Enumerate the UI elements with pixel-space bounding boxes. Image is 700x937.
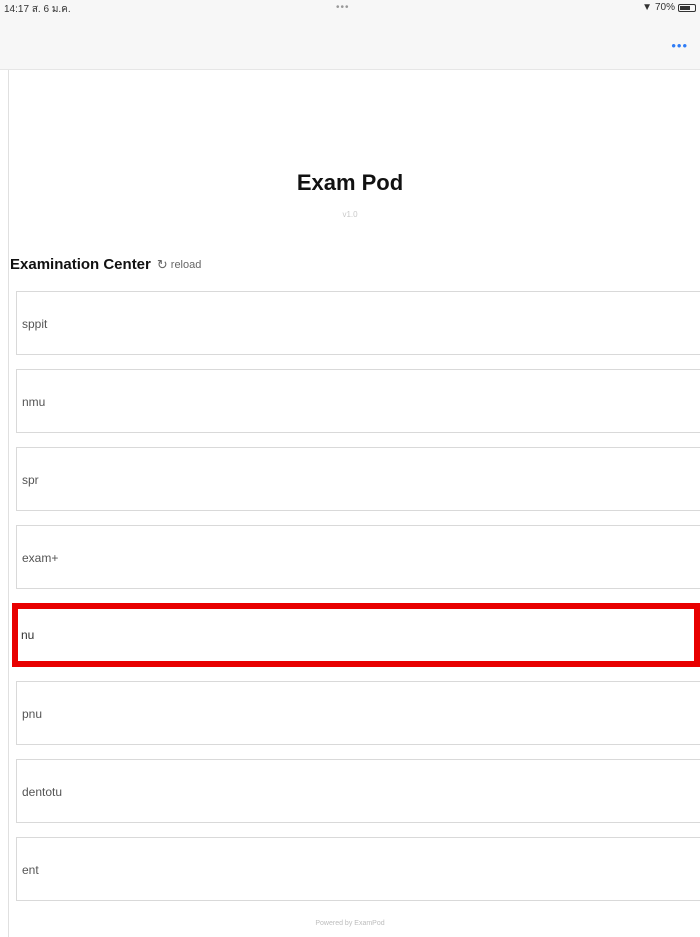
page-subtitle: v1.0	[342, 210, 358, 219]
status-time: 14:17	[4, 4, 30, 15]
app-screen: 14:17 ส. 6 ม.ค. ••• ▼ 70% ••• Exam Pod v…	[0, 0, 700, 937]
battery-icon	[678, 3, 696, 12]
list-item-center[interactable]: ent	[16, 837, 700, 901]
examination-center-list: sppit nmu spr exam+ nu pnu dentotu ent	[12, 291, 700, 915]
section-title: Examination Center	[10, 256, 151, 273]
list-item-center[interactable]: sppit	[16, 291, 700, 355]
status-bar: 14:17 ส. 6 ม.ค. ••• ▼ 70%	[0, 0, 700, 16]
list-item-label: pnu	[22, 707, 43, 721]
list-item-center[interactable]: dentotu	[16, 759, 700, 823]
status-center-dots: •••	[336, 2, 350, 13]
status-date: ส. 6 ม.ค.	[31, 4, 71, 15]
list-item-label: ent	[22, 863, 39, 877]
list-item-center[interactable]: exam+	[16, 525, 700, 589]
more-options-button[interactable]: •••	[671, 38, 688, 53]
status-time-date: 14:17 ส. 6 ม.ค.	[4, 2, 71, 17]
list-item-center-highlighted[interactable]: nu	[12, 603, 700, 667]
list-item-label: nu	[21, 628, 35, 642]
left-divider	[8, 70, 9, 937]
reload-label: reload	[170, 259, 202, 271]
footer-text: Powered by ExamPod	[315, 920, 385, 927]
section-header: Examination Center ↻ reload	[10, 256, 201, 273]
page-title: Exam Pod	[296, 170, 404, 195]
reload-button[interactable]: ↻ reload	[157, 257, 201, 273]
wifi-icon: ▼	[642, 2, 652, 13]
list-item-label: dentotu	[22, 785, 63, 799]
list-item-label: spr	[22, 473, 39, 487]
list-item-center[interactable]: spr	[16, 447, 700, 511]
list-item-center[interactable]: pnu	[16, 681, 700, 745]
battery-percent: 70%	[654, 2, 675, 13]
list-item-label: nmu	[22, 395, 46, 409]
reload-icon: ↻	[156, 257, 168, 272]
status-right: ▼ 70%	[642, 2, 696, 13]
list-item-center[interactable]: nmu	[16, 369, 700, 433]
list-item-label: sppit	[22, 317, 48, 331]
navigation-bar: •••	[0, 16, 700, 70]
list-item-label: exam+	[22, 551, 59, 565]
